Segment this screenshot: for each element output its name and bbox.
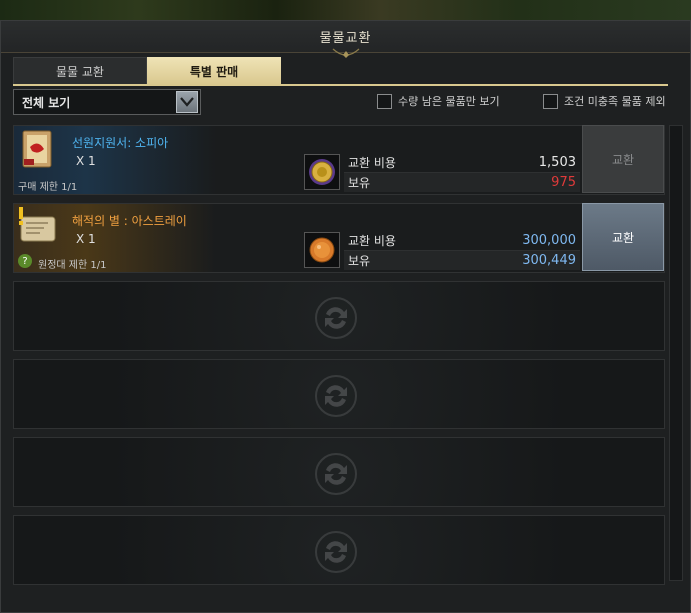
barter-window: 물물교환 물물 교환 특별 판매 전체 보기 수량 남은 물품만 보기 조건 미… bbox=[0, 20, 691, 613]
title-ornament-icon bbox=[332, 48, 360, 58]
item-name: 선원지원서: 소피아 bbox=[72, 136, 169, 150]
window-title: 물물교환 bbox=[319, 31, 372, 46]
item-quantity: X 1 bbox=[76, 232, 96, 246]
scroll-icon bbox=[22, 130, 52, 168]
copper-coin-icon bbox=[304, 232, 340, 268]
filter-dropdown-value: 전체 보기 bbox=[22, 95, 71, 110]
exchange-button[interactable]: 교환 bbox=[582, 203, 664, 271]
item-name: 해적의 별 : 아스트레이 bbox=[72, 214, 187, 228]
owned-value: 300,449 bbox=[522, 253, 576, 268]
item-quantity: X 1 bbox=[76, 154, 96, 168]
swap-icon bbox=[315, 375, 357, 417]
cost-value: 1,503 bbox=[538, 154, 576, 170]
list-scrollbar[interactable] bbox=[669, 125, 683, 581]
item-expedition-limit: 원정대 제한 1/1 bbox=[38, 260, 107, 271]
empty-slot bbox=[13, 515, 665, 585]
swap-icon bbox=[315, 531, 357, 573]
owned-value: 975 bbox=[551, 175, 576, 190]
chevron-down-icon[interactable] bbox=[176, 91, 198, 113]
map-icon bbox=[19, 207, 56, 242]
exclude-unmet-option[interactable]: 조건 미충족 물품 제외 bbox=[543, 93, 666, 109]
owned-label: 보유 bbox=[348, 176, 371, 190]
tab-bar: 물물 교환 특별 판매 bbox=[13, 57, 281, 85]
item-list: 선원지원서: 소피아 X 1 구매 제한 1/1 교환 비용 1,503 보유 … bbox=[13, 125, 665, 607]
tab-barter-label: 물물 교환 bbox=[56, 65, 104, 79]
gold-coin-icon bbox=[304, 154, 340, 190]
empty-slot bbox=[13, 437, 665, 507]
exchange-button-label: 교환 bbox=[611, 230, 635, 245]
tab-underline bbox=[13, 84, 668, 86]
cost-label: 교환 비용 bbox=[348, 155, 396, 170]
owned-label: 보유 bbox=[348, 254, 371, 268]
empty-slot bbox=[13, 359, 665, 429]
stock-only-option[interactable]: 수량 남은 물품만 보기 bbox=[377, 93, 500, 109]
stock-only-checkbox[interactable] bbox=[377, 93, 392, 109]
tab-special-sale-label: 특별 판매 bbox=[189, 64, 239, 79]
exchange-button[interactable]: 교환 bbox=[582, 125, 664, 193]
cost-value: 300,000 bbox=[522, 232, 576, 248]
list-item: 선원지원서: 소피아 X 1 구매 제한 1/1 교환 비용 1,503 보유 … bbox=[13, 125, 665, 195]
filter-dropdown[interactable]: 전체 보기 bbox=[13, 89, 201, 115]
exchange-button-label: 교환 bbox=[611, 152, 635, 167]
help-icon[interactable]: ? bbox=[18, 254, 32, 268]
item-purchase-limit: 구매 제한 1/1 bbox=[18, 182, 78, 193]
swap-icon bbox=[315, 453, 357, 495]
cost-box: 교환 비용 300,000 보유 300,449 bbox=[344, 230, 580, 270]
stock-only-label: 수량 남은 물품만 보기 bbox=[398, 95, 500, 108]
list-item: 해적의 별 : 아스트레이 X 1 ? 원정대 제한 1/1 교환 비용 300… bbox=[13, 203, 665, 273]
cost-label: 교환 비용 bbox=[348, 233, 396, 248]
exclude-unmet-label: 조건 미충족 물품 제외 bbox=[564, 95, 666, 108]
tab-special-sale[interactable]: 특별 판매 bbox=[147, 57, 281, 85]
cost-box: 교환 비용 1,503 보유 975 bbox=[344, 152, 580, 192]
swap-icon bbox=[315, 297, 357, 339]
tab-barter[interactable]: 물물 교환 bbox=[13, 57, 147, 85]
empty-slot bbox=[13, 281, 665, 351]
exclude-unmet-checkbox[interactable] bbox=[543, 93, 558, 109]
